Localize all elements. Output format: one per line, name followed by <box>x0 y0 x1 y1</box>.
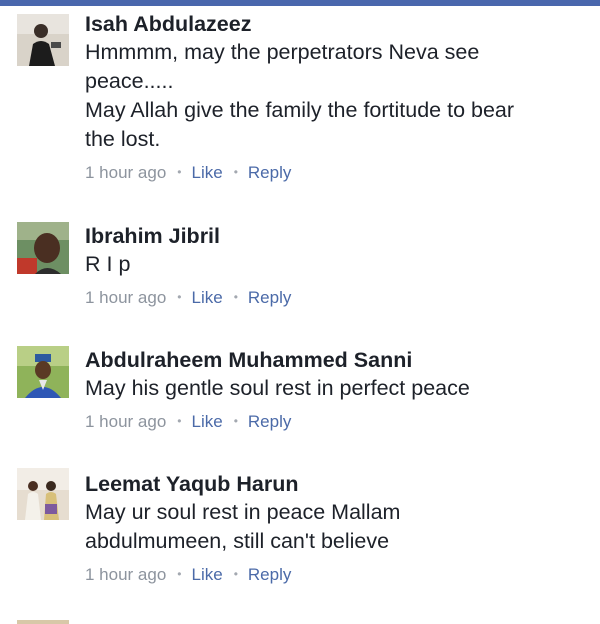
avatar[interactable] <box>17 222 69 274</box>
comment-meta: 1 hour ago • Like • Reply <box>85 409 585 434</box>
separator-dot: • <box>233 567 238 581</box>
avatar[interactable] <box>17 14 69 66</box>
comment-author[interactable]: Isah Abdulazeez <box>85 10 585 38</box>
like-button[interactable]: Like <box>192 412 223 431</box>
comment-author[interactable]: Abdulraheem Muhammed Sanni <box>85 346 585 374</box>
like-button[interactable]: Like <box>192 163 223 182</box>
separator-dot: • <box>233 414 238 428</box>
comment-author[interactable]: Leemat Yaqub Harun <box>85 470 585 498</box>
comment-text: R I p <box>85 252 131 276</box>
separator-dot: • <box>177 567 182 581</box>
like-button[interactable]: Like <box>192 288 223 307</box>
separator-dot: • <box>177 290 182 304</box>
reply-button[interactable]: Reply <box>248 288 291 307</box>
next-comment-avatar[interactable] <box>17 620 69 624</box>
comment-meta: 1 hour ago • Like • Reply <box>85 160 585 185</box>
separator-dot: • <box>233 165 238 179</box>
separator-dot: • <box>233 290 238 304</box>
avatar[interactable] <box>17 468 69 520</box>
comment-author[interactable]: Ibrahim Jibril <box>85 222 585 250</box>
reply-button[interactable]: Reply <box>248 565 291 584</box>
reply-button[interactable]: Reply <box>248 412 291 431</box>
separator-dot: • <box>177 414 182 428</box>
comment-text: Hmmmm, may the perpetrators Neva see pea… <box>85 40 515 151</box>
avatar-photo-icon <box>17 222 69 274</box>
avatar[interactable] <box>17 346 69 398</box>
comment-meta: 1 hour ago • Like • Reply <box>85 285 585 310</box>
comment-timestamp[interactable]: 1 hour ago <box>85 412 166 431</box>
comment-timestamp[interactable]: 1 hour ago <box>85 288 166 307</box>
avatar-photo-icon <box>17 468 69 520</box>
comment-timestamp[interactable]: 1 hour ago <box>85 565 166 584</box>
comment-text: May ur soul rest in peace Mallam abdulmu… <box>85 500 401 553</box>
comment-timestamp[interactable]: 1 hour ago <box>85 163 166 182</box>
separator-dot: • <box>177 165 182 179</box>
comment-text: May his gentle soul rest in perfect peac… <box>85 376 470 400</box>
reply-button[interactable]: Reply <box>248 163 291 182</box>
top-accent-bar <box>0 0 600 6</box>
comment-meta: 1 hour ago • Like • Reply <box>85 562 585 587</box>
avatar-photo-icon <box>17 14 69 66</box>
like-button[interactable]: Like <box>192 565 223 584</box>
avatar-photo-icon <box>17 346 69 398</box>
